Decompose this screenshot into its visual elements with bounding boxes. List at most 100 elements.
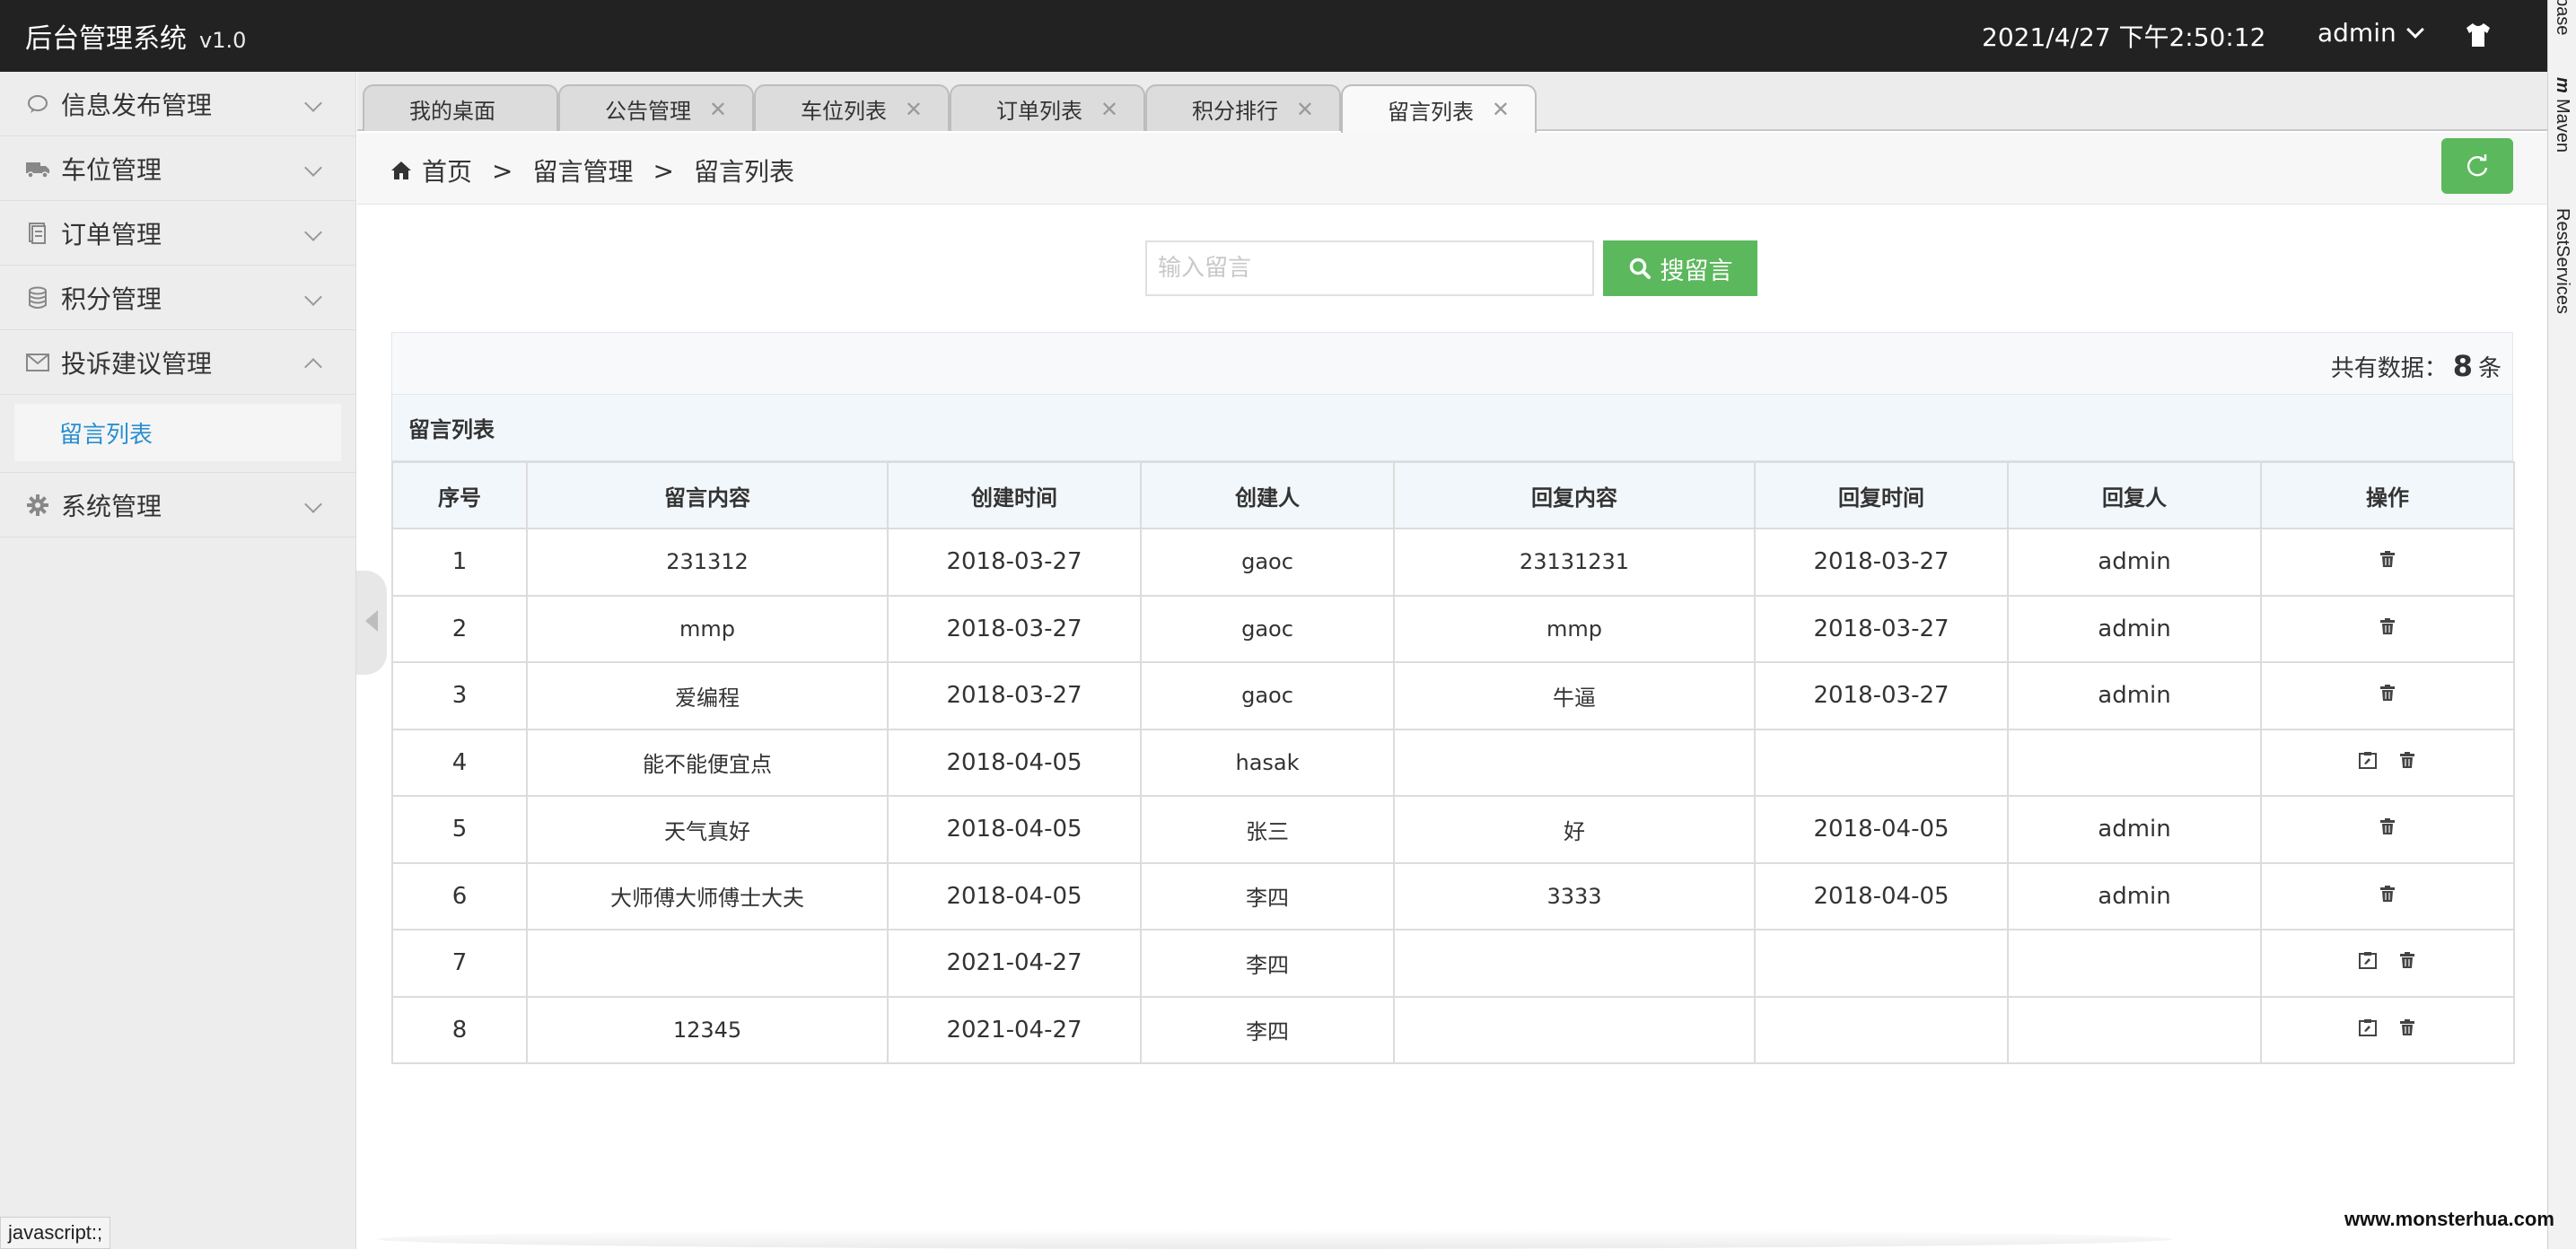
cell-replier: admin	[2007, 861, 2262, 930]
table-body: 1 231312 2018-03-27 gaoc 23131231 2018-03-27 a…	[391, 528, 2515, 1064]
app-version: v1.0	[199, 28, 247, 53]
sidebar-item-parking[interactable]: 车位管理	[0, 136, 355, 201]
sidebar-submenu: 留言列表	[0, 395, 355, 473]
reply-edit-icon[interactable]	[2358, 749, 2378, 769]
sidebar-item-orders[interactable]: 订单管理	[0, 201, 355, 266]
row-actions	[2358, 749, 2417, 769]
trash-icon[interactable]	[2378, 616, 2397, 635]
cell-replier: admin	[2007, 661, 2262, 730]
chevron-down-icon	[304, 288, 322, 306]
cell-replier: admin	[2007, 795, 2262, 864]
sidebar-item-system[interactable]: 系统管理	[0, 473, 355, 537]
cell-actions	[2260, 528, 2515, 597]
cell-content: mmp	[526, 594, 889, 663]
maven-icon: m	[2553, 77, 2572, 93]
trash-icon[interactable]	[2378, 548, 2397, 568]
sidebar-collapse-handle[interactable]	[356, 571, 387, 675]
table-row: 8 12345 2021-04-27 李四	[391, 995, 2515, 1064]
tab-parking-list[interactable]: 车位列表 ✕	[754, 84, 950, 131]
breadcrumb-home[interactable]: 首页	[422, 153, 472, 188]
comment-icon	[25, 92, 50, 117]
close-icon[interactable]: ✕	[709, 97, 727, 122]
sidebar-item-info-publish[interactable]: 信息发布管理	[0, 72, 355, 136]
cell-creator: gaoc	[1140, 528, 1395, 597]
cell-content: 天气真好	[526, 795, 889, 864]
cell-content	[526, 929, 889, 998]
tab-label: 积分排行	[1192, 98, 1278, 124]
ide-label-base[interactable]: base	[2552, 0, 2572, 35]
trash-icon[interactable]	[2378, 682, 2397, 702]
trash-icon[interactable]	[2397, 749, 2417, 769]
col-header-id: 序号	[391, 461, 528, 529]
breadcrumb-message-list: 留言列表	[693, 157, 794, 187]
cell-reply: mmp	[1393, 594, 1756, 663]
app-title-text: 后台管理系统	[25, 23, 187, 55]
trash-icon[interactable]	[2378, 816, 2397, 835]
sidebar-item-label: 投诉建议管理	[61, 348, 213, 379]
search-button-label: 搜留言	[1660, 257, 1733, 285]
gear-icon	[25, 493, 50, 518]
breadcrumb-message-management[interactable]: 留言管理	[532, 153, 633, 188]
cell-actions	[2260, 995, 2515, 1064]
row-actions	[2358, 949, 2417, 970]
refresh-icon	[2467, 154, 2488, 177]
sidebar-item-complaints[interactable]: 投诉建议管理	[0, 330, 355, 395]
refresh-button[interactable]	[2441, 138, 2513, 194]
cell-creator: gaoc	[1140, 661, 1395, 730]
reply-edit-icon[interactable]	[2358, 949, 2378, 970]
table-row: 6 大师傅大师傅士大夫 2018-04-05 李四 3333 2018-04-05 admi…	[391, 861, 2515, 930]
table-header-row: 序号 留言内容 创建时间 创建人 回复内容 回复时间 回复人 操作	[391, 461, 2515, 529]
search-button[interactable]: 搜留言	[1603, 240, 1757, 296]
message-table: 序号 留言内容 创建时间 创建人 回复内容 回复时间 回复人 操作 1 23131…	[391, 461, 2515, 1064]
trash-icon[interactable]	[2397, 1017, 2417, 1036]
tab-points-ranking[interactable]: 积分排行 ✕	[1145, 84, 1341, 131]
cell-replier: admin	[2007, 594, 2262, 663]
data-count-number: 8	[2452, 349, 2473, 383]
reply-edit-icon[interactable]	[2358, 1017, 2378, 1036]
app-title: 后台管理系统 v1.0	[25, 16, 246, 56]
cell-reply: 好	[1393, 795, 1756, 864]
cell-reply-time	[1754, 995, 2009, 1064]
row-actions	[2378, 682, 2397, 702]
row-actions	[2378, 548, 2397, 568]
sidebar-item-points[interactable]: 积分管理	[0, 266, 355, 330]
data-count-prefix: 共有数据：	[2330, 355, 2448, 382]
trash-icon[interactable]	[2378, 883, 2397, 903]
cell-created: 2018-03-27	[887, 594, 1142, 663]
data-count: 共有数据： 8 条	[2331, 349, 2502, 383]
cell-actions	[2260, 795, 2515, 864]
close-icon[interactable]: ✕	[905, 97, 923, 122]
cell-reply-time: 2018-04-05	[1754, 861, 2009, 930]
close-icon[interactable]: ✕	[1296, 97, 1314, 122]
ide-label-maven[interactable]: Maven	[2552, 99, 2572, 153]
truck-icon	[25, 156, 50, 181]
cell-id: 6	[391, 861, 528, 930]
user-name: admin	[2318, 18, 2396, 48]
caret-left-icon	[365, 610, 378, 632]
tab-my-desktop[interactable]: 我的桌面	[363, 84, 558, 131]
tshirt-icon[interactable]	[2463, 20, 2493, 50]
tab-order-list[interactable]: 订单列表 ✕	[950, 84, 1145, 131]
user-menu[interactable]: admin	[2318, 18, 2424, 48]
ide-label-restservices[interactable]: RestServices	[2552, 208, 2572, 314]
trash-icon[interactable]	[2397, 949, 2417, 969]
cell-reply-time: 2018-03-27	[1754, 661, 2009, 730]
chevron-down-icon	[304, 223, 322, 241]
cell-reply-time: 2018-03-27	[1754, 528, 2009, 597]
cell-created: 2021-04-27	[887, 995, 1142, 1064]
database-icon	[25, 285, 50, 310]
sidebar-subitem-message-list[interactable]: 留言列表	[14, 404, 341, 461]
sidebar: 信息发布管理 车位管理 订单管理 积分管理 投诉建议管理 留言列表 系统管理	[0, 72, 356, 1249]
tab-announcements[interactable]: 公告管理 ✕	[558, 84, 754, 131]
sidebar-item-label: 积分管理	[61, 284, 162, 314]
breadcrumb-separator: >	[653, 155, 674, 186]
data-count-bar: 共有数据： 8 条	[391, 332, 2513, 395]
row-actions	[2378, 616, 2397, 635]
close-icon[interactable]: ✕	[1100, 97, 1118, 122]
document-icon	[25, 221, 50, 246]
cell-reply-time	[1754, 929, 2009, 998]
close-icon[interactable]: ✕	[1492, 97, 1510, 122]
search-input[interactable]	[1145, 240, 1594, 296]
tab-message-list[interactable]: 留言列表 ✕	[1341, 84, 1537, 133]
tab-bar: 我的桌面 公告管理 ✕ 车位列表 ✕ 订单列表 ✕ 积分排行 ✕ 留言列表 ✕	[357, 72, 2547, 133]
